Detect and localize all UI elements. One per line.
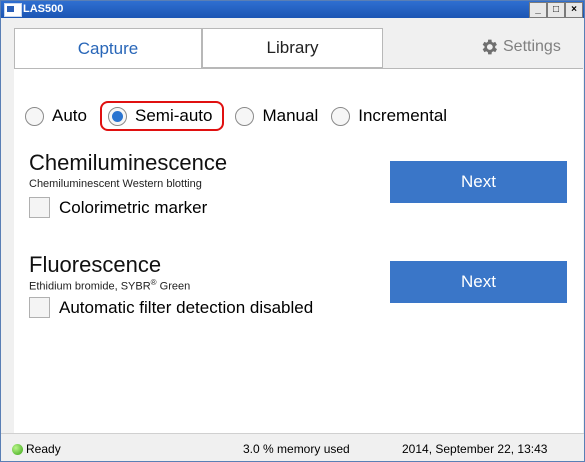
status-ready: Ready (12, 442, 61, 456)
radio-semi-auto[interactable]: Semi-auto (99, 101, 225, 131)
radio-semi-auto-label: Semi-auto (134, 106, 213, 125)
radio-incremental-circle[interactable] (331, 106, 351, 126)
tab-capture-label: Capture (77, 39, 139, 58)
maximize-button[interactable]: □ (547, 2, 565, 18)
chemi-title: Chemiluminescence (29, 150, 228, 175)
radio-auto[interactable]: Auto (25, 106, 87, 126)
radio-incremental-label: Incremental (358, 106, 448, 125)
fluor-title: Fluorescence (29, 252, 162, 277)
chemi-subtitle: Chemiluminescent Western blotting (29, 178, 202, 190)
window-title: LAS500 (23, 3, 64, 15)
settings-label: Settings (503, 38, 561, 55)
mode-selector: Auto Semi-auto Manual Incremental (25, 101, 460, 131)
radio-incremental[interactable]: Incremental (331, 106, 447, 126)
colorimetric-marker-option[interactable]: Colorimetric marker (29, 197, 207, 218)
auto-filter-checkbox[interactable] (29, 297, 50, 318)
memory-usage: 3.0 % memory used (243, 442, 350, 456)
title-bar: LAS500 _ □ × (1, 1, 584, 18)
status-datetime: 2014, September 22, 13:43 (402, 442, 548, 456)
tab-capture[interactable]: Capture (14, 28, 202, 69)
auto-filter-label: Automatic filter detection disabled (59, 297, 314, 317)
settings-button[interactable]: Settings (479, 37, 561, 57)
colorimetric-marker-label: Colorimetric marker (59, 197, 208, 217)
auto-filter-option[interactable]: Automatic filter detection disabled (29, 297, 313, 318)
colorimetric-marker-checkbox[interactable] (29, 197, 50, 218)
radio-semi-auto-circle[interactable] (107, 106, 127, 126)
fluor-subtitle-suffix: Green (156, 280, 191, 293)
status-bar: Ready 3.0 % memory used 2014, September … (1, 433, 584, 461)
gear-icon (482, 39, 497, 55)
chemi-next-button[interactable]: Next (390, 161, 567, 203)
app-window: LAS500 _ □ × Capture Library Settings Au… (0, 0, 585, 462)
radio-manual[interactable]: Manual (235, 106, 318, 126)
fluor-subtitle: Ethidium bromide, SYBR® Green (29, 278, 190, 293)
fluor-subtitle-text: Ethidium bromide, SYBR (29, 280, 151, 293)
status-indicator-icon (12, 443, 23, 455)
close-button[interactable]: × (565, 2, 583, 18)
tab-library[interactable]: Library (202, 28, 383, 68)
minimize-button[interactable]: _ (529, 2, 547, 18)
radio-auto-circle[interactable] (25, 106, 44, 126)
window-controls: _ □ × (529, 2, 583, 18)
radio-auto-label: Auto (52, 106, 87, 125)
status-state: Ready (26, 442, 61, 456)
fluor-next-button[interactable]: Next (390, 261, 567, 303)
radio-manual-label: Manual (262, 106, 319, 125)
radio-manual-circle[interactable] (235, 106, 255, 126)
tab-library-label: Library (266, 38, 319, 57)
app-icon (4, 3, 22, 17)
